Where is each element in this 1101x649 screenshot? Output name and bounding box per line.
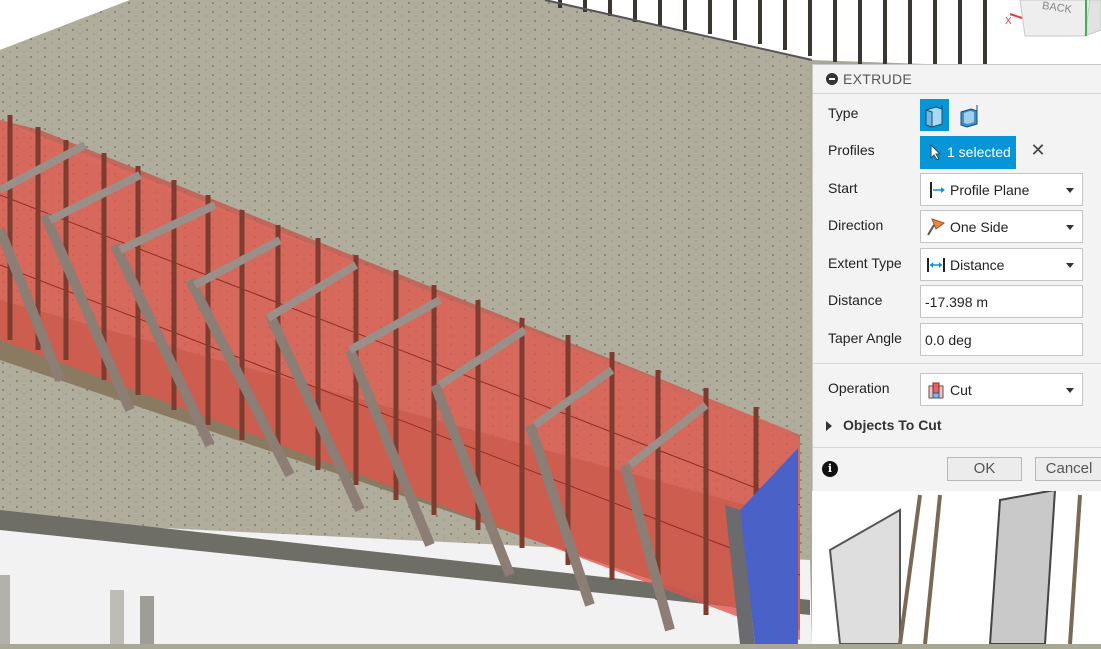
ok-button[interactable]: OK (947, 457, 1022, 481)
taper-angle-row: Taper Angle (813, 321, 1101, 357)
thin-extrude-icon (960, 105, 978, 128)
expand-triangle-icon[interactable] (826, 421, 832, 431)
cancel-button[interactable]: Cancel (1035, 457, 1101, 481)
solid-extrude-button[interactable] (920, 99, 949, 131)
extent-type-label: Extent Type (828, 255, 902, 271)
profiles-row: Profiles 1 selected ✕ (813, 133, 1101, 169)
direction-label: Direction (828, 217, 884, 233)
clear-selection-icon[interactable]: ✕ (1029, 139, 1047, 161)
operation-row: Operation Cut (813, 371, 1101, 407)
profiles-label: Profiles (828, 142, 875, 158)
taper-angle-label: Taper Angle (828, 330, 902, 346)
extrude-dialog: EXTRUDE Type Profiles 1 selected ✕ Start… (812, 64, 1101, 491)
cursor-arrow-icon (930, 143, 942, 163)
chevron-down-icon (1066, 388, 1074, 393)
direction-value: One Side (950, 219, 1009, 235)
distance-icon (927, 258, 945, 272)
start-label: Start (828, 180, 858, 196)
divider (813, 447, 1101, 448)
profile-plane-icon (930, 182, 945, 198)
chevron-down-icon (1066, 225, 1074, 230)
profiles-value: 1 selected (947, 144, 1011, 160)
collapse-icon[interactable] (826, 73, 838, 85)
cut-icon (928, 382, 944, 399)
direction-dropdown[interactable]: One Side (920, 210, 1083, 243)
info-icon[interactable]: i (822, 461, 838, 477)
distance-row: Distance (813, 283, 1101, 319)
chevron-down-icon (1066, 188, 1074, 193)
extent-type-dropdown[interactable]: Distance (920, 248, 1083, 281)
objects-to-cut-label: Objects To Cut (843, 417, 942, 433)
distance-input[interactable] (920, 285, 1083, 318)
operation-dropdown[interactable]: Cut (920, 373, 1083, 406)
type-row: Type (813, 96, 1101, 132)
one-side-icon (927, 218, 946, 236)
start-value: Profile Plane (950, 182, 1030, 198)
type-label: Type (828, 105, 859, 121)
chevron-down-icon (1066, 263, 1074, 268)
divider (813, 363, 1101, 364)
taper-angle-input[interactable] (920, 323, 1083, 356)
operation-value: Cut (950, 382, 972, 398)
start-row: Start Profile Plane (813, 171, 1101, 207)
profiles-selection-button[interactable]: 1 selected (920, 136, 1016, 169)
thin-extrude-button[interactable] (955, 99, 984, 131)
distance-label: Distance (828, 292, 883, 308)
objects-to-cut-section[interactable]: Objects To Cut (813, 411, 1101, 441)
extent-type-value: Distance (950, 257, 1005, 273)
svg-text:X: X (1005, 16, 1012, 27)
viewcube[interactable]: X BACK (1000, 0, 1101, 40)
dialog-title: EXTRUDE (843, 71, 912, 87)
operation-label: Operation (828, 380, 890, 396)
direction-row: Direction One Side (813, 208, 1101, 244)
start-dropdown[interactable]: Profile Plane (920, 173, 1083, 206)
solid-extrude-icon (925, 105, 943, 128)
extent-type-row: Extent Type Distance (813, 246, 1101, 282)
dialog-header[interactable]: EXTRUDE (813, 65, 1101, 94)
